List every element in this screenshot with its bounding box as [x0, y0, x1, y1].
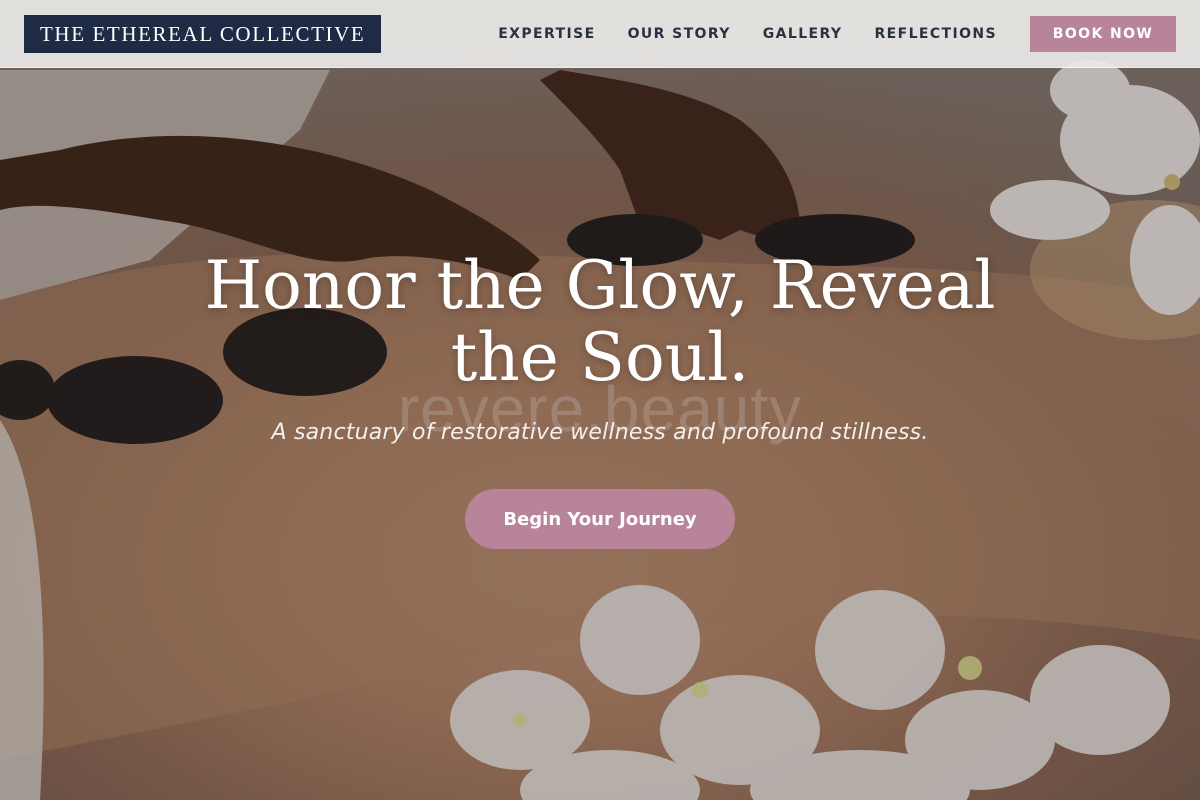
- brand-logo[interactable]: THE ETHEREAL COLLECTIVE: [24, 14, 382, 53]
- book-now-button[interactable]: BOOK NOW: [1030, 15, 1176, 52]
- main-nav: EXPERTISE OUR STORY GALLERY REFLECTIONS …: [498, 15, 1176, 52]
- nav-link-gallery[interactable]: GALLERY: [763, 26, 843, 42]
- hero-section: revere.beauty Honor the Glow, Reveal the…: [0, 250, 1200, 549]
- begin-journey-button[interactable]: Begin Your Journey: [465, 489, 735, 549]
- nav-link-our-story[interactable]: OUR STORY: [628, 26, 731, 42]
- hero-headline: Honor the Glow, Reveal the Soul.: [204, 247, 996, 396]
- hero-tagline: A sanctuary of restorative wellness and …: [271, 420, 929, 445]
- nav-link-reflections[interactable]: REFLECTIONS: [874, 26, 997, 42]
- nav-link-expertise[interactable]: EXPERTISE: [498, 26, 595, 42]
- site-header: THE ETHEREAL COLLECTIVE EXPERTISE OUR ST…: [0, 0, 1200, 68]
